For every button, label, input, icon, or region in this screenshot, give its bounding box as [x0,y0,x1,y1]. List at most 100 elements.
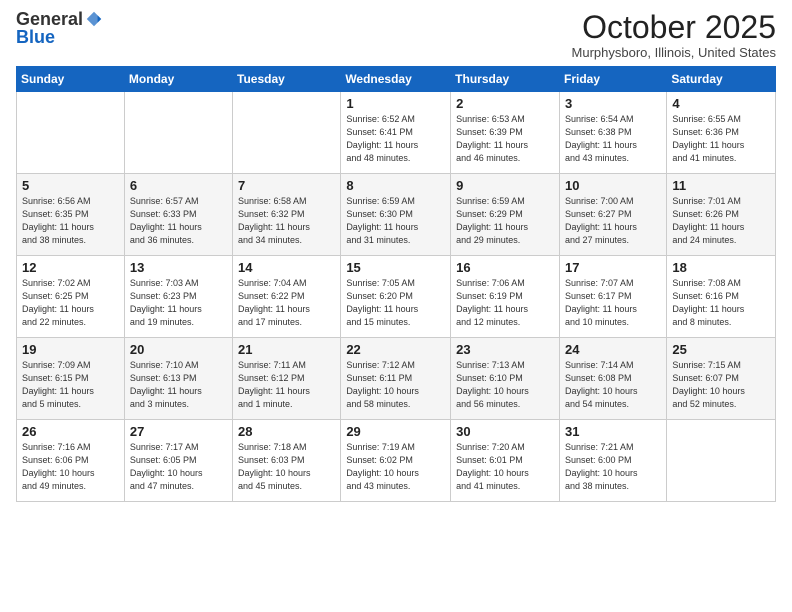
month-title: October 2025 [572,10,776,45]
day-info: Sunrise: 7:10 AM Sunset: 6:13 PM Dayligh… [130,359,227,411]
day-number: 18 [672,260,770,275]
day-number: 1 [346,96,445,111]
day-info: Sunrise: 7:11 AM Sunset: 6:12 PM Dayligh… [238,359,335,411]
calendar-cell: 31 Sunrise: 7:21 AM Sunset: 6:00 PM Dayli… [559,420,666,502]
day-info: Sunrise: 7:09 AM Sunset: 6:15 PM Dayligh… [22,359,119,411]
day-number: 9 [456,178,554,193]
day-info: Sunrise: 7:07 AM Sunset: 6:17 PM Dayligh… [565,277,661,329]
calendar-cell: 17 Sunrise: 7:07 AM Sunset: 6:17 PM Dayli… [559,256,666,338]
calendar-cell: 15 Sunrise: 7:05 AM Sunset: 6:20 PM Dayli… [341,256,451,338]
calendar-cell: 8 Sunrise: 6:59 AM Sunset: 6:30 PM Daylig… [341,174,451,256]
calendar-cell: 1 Sunrise: 6:52 AM Sunset: 6:41 PM Daylig… [341,92,451,174]
day-info: Sunrise: 6:58 AM Sunset: 6:32 PM Dayligh… [238,195,335,247]
day-header-tuesday: Tuesday [233,67,341,92]
page-container: General Blue October 2025 Murphysboro, I… [0,0,792,512]
day-number: 16 [456,260,554,275]
day-info: Sunrise: 6:57 AM Sunset: 6:33 PM Dayligh… [130,195,227,247]
day-number: 13 [130,260,227,275]
calendar-cell [233,92,341,174]
calendar-cell: 9 Sunrise: 6:59 AM Sunset: 6:29 PM Daylig… [451,174,560,256]
calendar-week-row: 5Sunrise: 6:56 AM Sunset: 6:35 PM Daylig… [17,174,776,256]
day-info: Sunrise: 6:54 AM Sunset: 6:38 PM Dayligh… [565,113,661,165]
day-info: Sunrise: 7:20 AM Sunset: 6:01 PM Dayligh… [456,441,554,493]
day-info: Sunrise: 7:17 AM Sunset: 6:05 PM Dayligh… [130,441,227,493]
day-info: Sunrise: 7:01 AM Sunset: 6:26 PM Dayligh… [672,195,770,247]
calendar-cell [124,92,232,174]
day-number: 7 [238,178,335,193]
calendar-week-row: 1 Sunrise: 6:52 AM Sunset: 6:41 PM Daylig… [17,92,776,174]
calendar-cell: 4 Sunrise: 6:55 AM Sunset: 6:36 PM Daylig… [667,92,776,174]
day-info: Sunrise: 7:08 AM Sunset: 6:16 PM Dayligh… [672,277,770,329]
location: Murphysboro, Illinois, United States [572,45,776,60]
day-info: Sunrise: 6:59 AM Sunset: 6:30 PM Dayligh… [346,195,445,247]
calendar-cell: 7 Sunrise: 6:58 AM Sunset: 6:32 PM Daylig… [233,174,341,256]
day-number: 23 [456,342,554,357]
day-number: 2 [456,96,554,111]
day-number: 17 [565,260,661,275]
day-info: Sunrise: 7:05 AM Sunset: 6:20 PM Dayligh… [346,277,445,329]
calendar-cell: 3 Sunrise: 6:54 AM Sunset: 6:38 PM Daylig… [559,92,666,174]
day-number: 5 [22,178,119,193]
calendar-cell: 25 Sunrise: 7:15 AM Sunset: 6:07 PM Dayli… [667,338,776,420]
logo: General Blue [16,10,103,46]
day-header-monday: Monday [124,67,232,92]
day-number: 14 [238,260,335,275]
calendar-cell: 16 Sunrise: 7:06 AM Sunset: 6:19 PM Dayli… [451,256,560,338]
day-header-friday: Friday [559,67,666,92]
calendar-cell: 21Sunrise: 7:11 AM Sunset: 6:12 PM Dayli… [233,338,341,420]
title-block: October 2025 Murphysboro, Illinois, Unit… [572,10,776,60]
day-number: 15 [346,260,445,275]
day-info: Sunrise: 7:14 AM Sunset: 6:08 PM Dayligh… [565,359,661,411]
day-number: 24 [565,342,661,357]
day-header-sunday: Sunday [17,67,125,92]
day-header-saturday: Saturday [667,67,776,92]
day-number: 29 [346,424,445,439]
day-info: Sunrise: 6:53 AM Sunset: 6:39 PM Dayligh… [456,113,554,165]
day-info: Sunrise: 7:19 AM Sunset: 6:02 PM Dayligh… [346,441,445,493]
day-number: 3 [565,96,661,111]
day-number: 28 [238,424,335,439]
day-number: 10 [565,178,661,193]
day-info: Sunrise: 7:15 AM Sunset: 6:07 PM Dayligh… [672,359,770,411]
calendar-cell: 24 Sunrise: 7:14 AM Sunset: 6:08 PM Dayli… [559,338,666,420]
calendar-cell: 5Sunrise: 6:56 AM Sunset: 6:35 PM Daylig… [17,174,125,256]
day-info: Sunrise: 7:04 AM Sunset: 6:22 PM Dayligh… [238,277,335,329]
calendar-table: SundayMondayTuesdayWednesdayThursdayFrid… [16,66,776,502]
calendar-cell: 19 Sunrise: 7:09 AM Sunset: 6:15 PM Dayli… [17,338,125,420]
calendar-cell: 14 Sunrise: 7:04 AM Sunset: 6:22 PM Dayli… [233,256,341,338]
day-number: 27 [130,424,227,439]
calendar-cell: 11 Sunrise: 7:01 AM Sunset: 6:26 PM Dayli… [667,174,776,256]
day-number: 8 [346,178,445,193]
day-info: Sunrise: 7:03 AM Sunset: 6:23 PM Dayligh… [130,277,227,329]
day-info: Sunrise: 6:59 AM Sunset: 6:29 PM Dayligh… [456,195,554,247]
day-number: 19 [22,342,119,357]
day-number: 11 [672,178,770,193]
calendar-cell: 22Sunrise: 7:12 AM Sunset: 6:11 PM Dayli… [341,338,451,420]
day-info: Sunrise: 7:13 AM Sunset: 6:10 PM Dayligh… [456,359,554,411]
day-number: 31 [565,424,661,439]
day-number: 6 [130,178,227,193]
day-number: 12 [22,260,119,275]
calendar-cell [17,92,125,174]
day-number: 20 [130,342,227,357]
day-info: Sunrise: 6:55 AM Sunset: 6:36 PM Dayligh… [672,113,770,165]
day-info: Sunrise: 7:12 AM Sunset: 6:11 PM Dayligh… [346,359,445,411]
logo-icon [85,10,103,28]
day-header-thursday: Thursday [451,67,560,92]
day-info: Sunrise: 6:52 AM Sunset: 6:41 PM Dayligh… [346,113,445,165]
day-number: 25 [672,342,770,357]
day-number: 4 [672,96,770,111]
day-header-wednesday: Wednesday [341,67,451,92]
day-number: 30 [456,424,554,439]
calendar-week-row: 12 Sunrise: 7:02 AM Sunset: 6:25 PM Dayli… [17,256,776,338]
calendar-cell: 28Sunrise: 7:18 AM Sunset: 6:03 PM Dayli… [233,420,341,502]
day-info: Sunrise: 7:06 AM Sunset: 6:19 PM Dayligh… [456,277,554,329]
calendar-header-row: SundayMondayTuesdayWednesdayThursdayFrid… [17,67,776,92]
day-info: Sunrise: 7:02 AM Sunset: 6:25 PM Dayligh… [22,277,119,329]
day-info: Sunrise: 7:00 AM Sunset: 6:27 PM Dayligh… [565,195,661,247]
calendar-cell [667,420,776,502]
calendar-cell: 6 Sunrise: 6:57 AM Sunset: 6:33 PM Daylig… [124,174,232,256]
calendar-cell: 12 Sunrise: 7:02 AM Sunset: 6:25 PM Dayli… [17,256,125,338]
day-info: Sunrise: 7:21 AM Sunset: 6:00 PM Dayligh… [565,441,661,493]
logo-blue-text: Blue [16,28,55,46]
